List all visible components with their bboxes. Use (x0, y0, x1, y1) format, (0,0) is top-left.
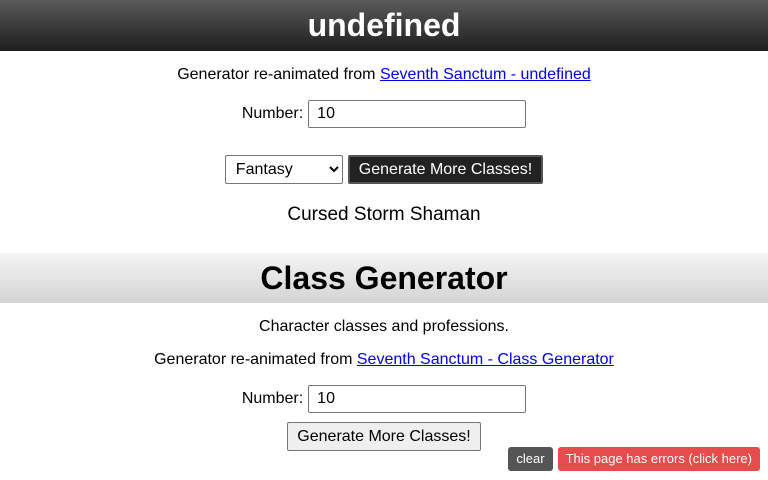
page-errors-button[interactable]: This page has errors (click here) (557, 447, 760, 471)
page-title: undefined (0, 0, 768, 51)
description: Character classes and professions. (259, 318, 509, 335)
credit-line: Generator re-animated from Seventh Sanct… (0, 351, 768, 369)
section-title: Class Generator (0, 253, 768, 303)
source-link[interactable]: Seventh Sanctum - Class Generator (357, 351, 614, 368)
number-row: Number: (0, 100, 768, 128)
generated-result: Cursed Storm Shaman (287, 204, 481, 225)
clear-button[interactable]: clear (508, 447, 553, 471)
credit-prefix: Generator re-animated from (154, 351, 353, 368)
section-class-generator: Class Generator Character classes and pr… (0, 253, 768, 451)
credit-prefix: Generator re-animated from (177, 66, 376, 83)
source-link[interactable]: Seventh Sanctum - undefined (380, 66, 591, 83)
number-label: Number: (241, 390, 304, 407)
credit-line: Generator re-animated from Seventh Sanct… (0, 66, 768, 84)
generate-button[interactable]: Generate More Classes! (287, 422, 481, 451)
controls-row: Fantasy Generate More Classes! (0, 155, 768, 184)
clear-label: clear (516, 451, 545, 466)
number-input[interactable] (308, 385, 527, 413)
number-input[interactable] (308, 100, 527, 128)
genre-select[interactable]: Fantasy (224, 155, 343, 184)
number-label: Number: (241, 105, 304, 122)
number-row: Number: (0, 385, 768, 413)
section-undefined: undefined Generator re-animated from Sev… (0, 0, 768, 226)
error-bar: clear This page has errors (click here) (508, 447, 760, 471)
generate-button[interactable]: Generate More Classes! (347, 155, 544, 184)
